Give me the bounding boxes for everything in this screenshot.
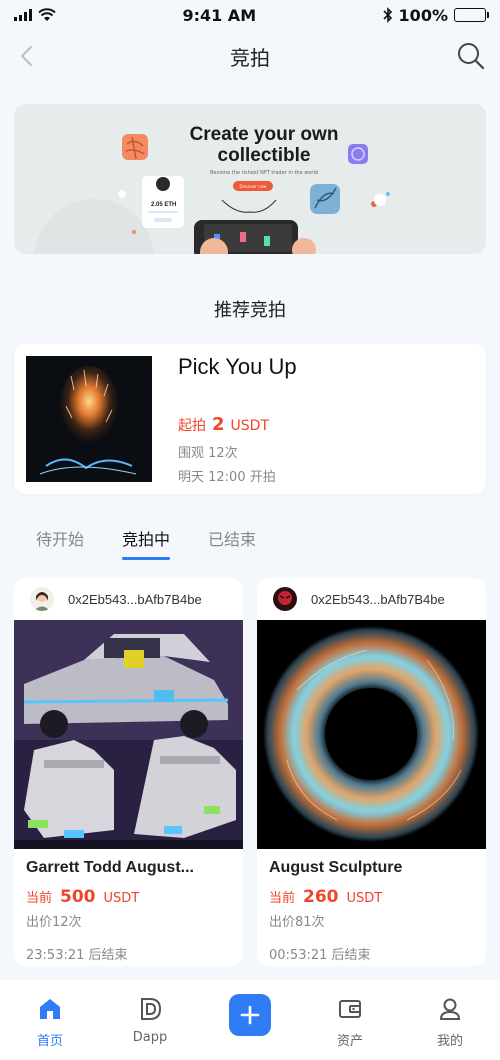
user-icon bbox=[439, 998, 461, 1020]
card-bid-count: 出价12次 bbox=[26, 915, 82, 930]
card-price-value: 500 bbox=[60, 887, 96, 907]
nav-bar: 竞拍 bbox=[0, 30, 500, 82]
tab-live[interactable]: 竞拍中 bbox=[122, 526, 171, 560]
avatar bbox=[273, 587, 297, 611]
status-right: 100% bbox=[382, 5, 489, 25]
svg-text:2.05 ETH: 2.05 ETH bbox=[151, 202, 176, 208]
card-price: 当前 500 USDT bbox=[26, 887, 231, 907]
battery-icon bbox=[453, 8, 489, 22]
card-price-label: 当前 bbox=[26, 891, 53, 906]
featured-views: 围观 12次 bbox=[178, 446, 238, 461]
plus-icon bbox=[240, 1005, 260, 1025]
signal-icon bbox=[14, 9, 32, 21]
tabbar-profile[interactable]: 我的 bbox=[415, 996, 485, 1049]
auction-card[interactable]: 0x2Eb543...bAfb7B4be Garrett Todd August… bbox=[14, 578, 243, 966]
featured-auction-card[interactable]: Pick You Up 起拍 2 USDT 围观 12次 明天 12:00 开拍 bbox=[14, 344, 486, 494]
banner-subtitle: Become the richest NFT trader in the wor… bbox=[209, 170, 319, 176]
banner-title-line1: Create your own bbox=[189, 124, 339, 145]
card-price: 当前 260 USDT bbox=[269, 887, 474, 907]
card-nft-image bbox=[257, 620, 486, 849]
battery-percent: 100% bbox=[398, 5, 448, 25]
card-price-label: 当前 bbox=[269, 891, 296, 906]
card-owner-row: 0x2Eb543...bAfb7B4be bbox=[14, 578, 243, 620]
status-time: 9:41 AM bbox=[182, 5, 257, 25]
tabbar-assets[interactable]: 资产 bbox=[315, 996, 385, 1049]
banner-title-line2: collectible bbox=[217, 145, 311, 166]
create-button[interactable] bbox=[229, 994, 271, 1036]
banner-discover-button[interactable]: Discover now bbox=[233, 181, 273, 191]
featured-start-time: 明天 12:00 开拍 bbox=[178, 470, 276, 485]
banner-title: Create your own collectible bbox=[164, 124, 364, 166]
card-countdown: 00:53:21 后结束 bbox=[269, 948, 371, 963]
featured-price: 起拍 2 USDT bbox=[178, 414, 269, 435]
card-owner-row: 0x2Eb543...bAfb7B4be bbox=[257, 578, 486, 620]
tabbar-dapp[interactable]: Dapp bbox=[115, 996, 185, 1045]
card-nft-image bbox=[14, 620, 243, 849]
card-price-value: 260 bbox=[303, 887, 339, 907]
tabbar-profile-label: 我的 bbox=[436, 1034, 463, 1049]
card-owner-address: 0x2Eb543...bAfb7B4be bbox=[311, 591, 445, 607]
card-price-unit: USDT bbox=[103, 891, 140, 906]
card-price-unit: USDT bbox=[346, 891, 383, 906]
featured-nft-name: Pick You Up bbox=[178, 354, 297, 379]
tabbar-create[interactable] bbox=[215, 994, 285, 1036]
bluetooth-icon bbox=[382, 7, 392, 23]
card-owner-address: 0x2Eb543...bAfb7B4be bbox=[68, 591, 202, 607]
wallet-icon bbox=[339, 1000, 361, 1018]
search-icon[interactable] bbox=[456, 41, 486, 71]
dapp-icon bbox=[141, 998, 162, 1020]
back-icon[interactable] bbox=[16, 44, 40, 68]
promo-banner[interactable]: 2.05 ETH Create your own collectible Bec… bbox=[14, 104, 486, 254]
wifi-icon bbox=[38, 8, 56, 21]
tabbar-home-label: 首页 bbox=[36, 1034, 63, 1049]
auction-status-tabs: 待开始 竞拍中 已结束 bbox=[36, 526, 256, 560]
tab-ended[interactable]: 已结束 bbox=[208, 526, 256, 560]
card-countdown: 23:53:21 后结束 bbox=[26, 948, 128, 963]
page-title: 竞拍 bbox=[230, 45, 270, 70]
section-title: 推荐竞拍 bbox=[214, 300, 286, 321]
featured-price-label: 起拍 bbox=[178, 418, 206, 434]
featured-price-unit: USDT bbox=[230, 418, 269, 434]
card-title: August Sculpture bbox=[269, 859, 403, 876]
card-title: Garrett Todd August... bbox=[26, 859, 194, 876]
home-icon bbox=[40, 999, 60, 1019]
tab-upcoming[interactable]: 待开始 bbox=[36, 526, 84, 560]
card-bid-count: 出价81次 bbox=[269, 915, 325, 930]
avatar bbox=[30, 587, 54, 611]
status-bar: 9:41 AM 100% bbox=[0, 0, 500, 30]
tabbar-dapp-label: Dapp bbox=[132, 1030, 168, 1045]
tabbar-home[interactable]: 首页 bbox=[15, 996, 85, 1049]
status-left bbox=[14, 8, 56, 22]
tabbar-assets-label: 资产 bbox=[336, 1034, 363, 1049]
auction-card[interactable]: 0x2Eb543...bAfb7B4be August Sculpture 当前… bbox=[257, 578, 486, 966]
bottom-tab-bar: 首页 Dapp 资产 我的 bbox=[0, 980, 500, 1060]
featured-nft-image bbox=[26, 356, 152, 482]
featured-price-value: 2 bbox=[212, 414, 225, 435]
